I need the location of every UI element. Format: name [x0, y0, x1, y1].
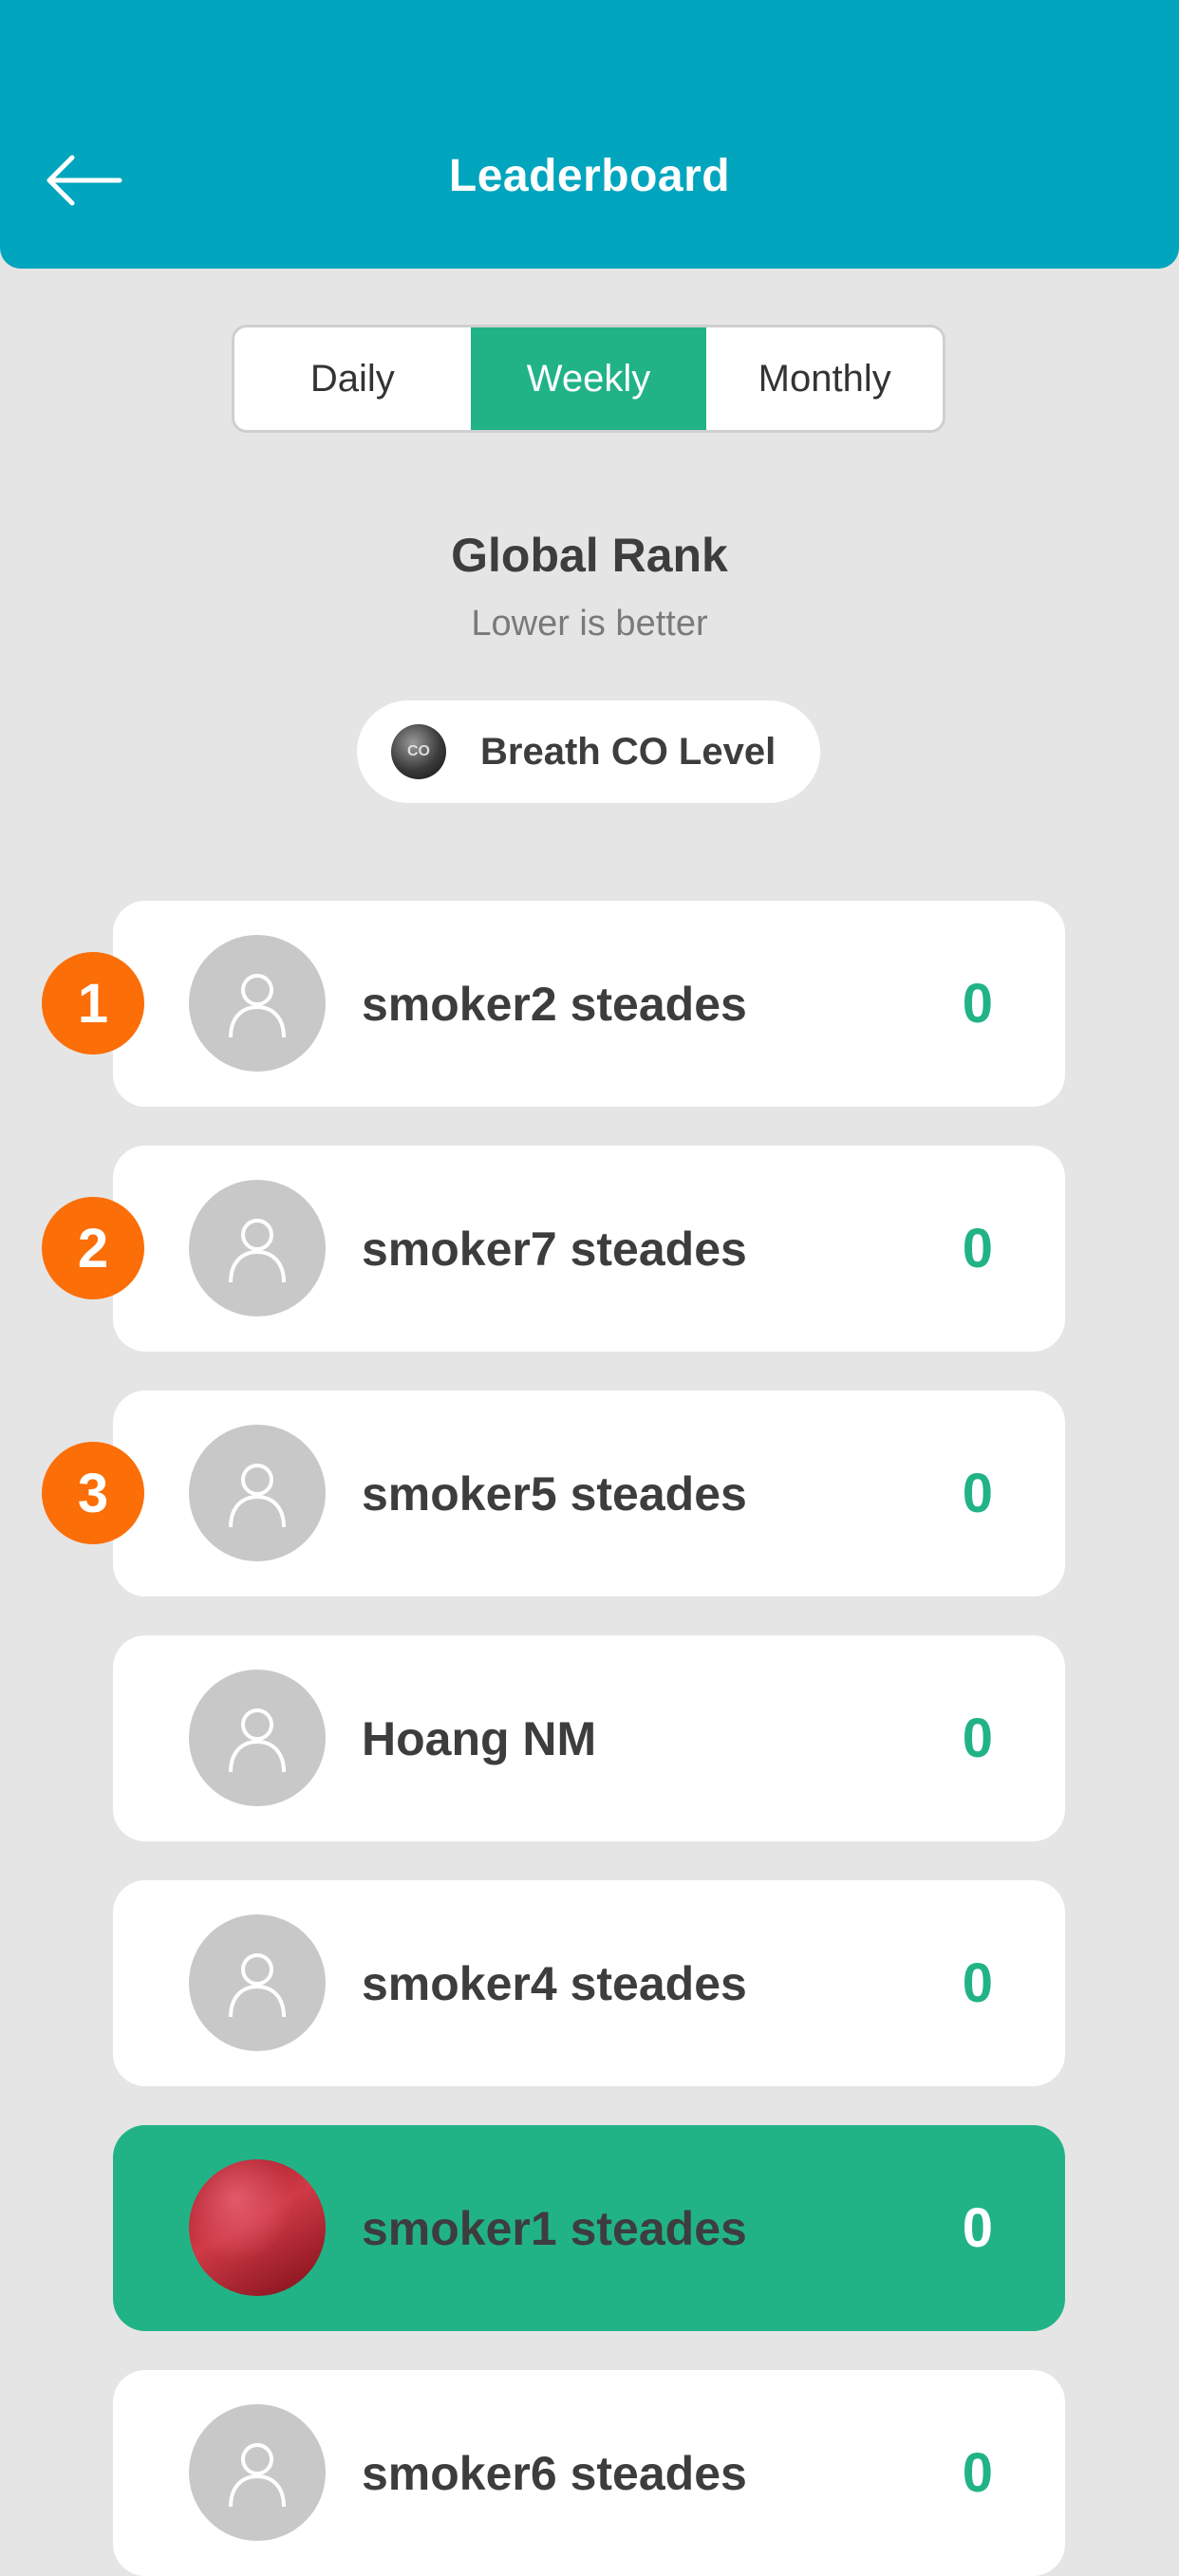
avatar	[189, 935, 326, 1072]
leaderboard-row-current-user[interactable]: smoker1 steades 0	[113, 2125, 1065, 2331]
app-header: Leaderboard	[0, 0, 1179, 269]
user-name: Hoang NM	[362, 1711, 597, 1765]
avatar	[189, 1914, 326, 2051]
user-name: smoker5 steades	[362, 1466, 747, 1521]
leaderboard-row[interactable]: smoker5 steades 0	[113, 1391, 1065, 1596]
user-score: 0	[962, 2197, 993, 2259]
avatar-photo	[189, 2159, 326, 2296]
avatar	[189, 1425, 326, 1561]
user-name: smoker4 steades	[362, 1956, 747, 2010]
leaderboard-row[interactable]: smoker7 steades 0	[113, 1146, 1065, 1352]
user-name: smoker6 steades	[362, 2446, 747, 2500]
metric-label: Breath CO Level	[480, 730, 777, 773]
user-name: smoker1 steades	[362, 2201, 747, 2255]
tab-monthly[interactable]: Monthly	[706, 327, 943, 430]
user-score: 0	[962, 2442, 993, 2504]
user-icon	[229, 974, 286, 1038]
leaderboard-row[interactable]: smoker6 steades 0	[113, 2370, 1065, 2576]
leaderboard-row[interactable]: smoker4 steades 0	[113, 1880, 1065, 2086]
user-score: 0	[962, 1952, 993, 2014]
user-icon	[229, 1464, 286, 1528]
user-icon	[229, 1219, 286, 1283]
rank-badge: 3	[42, 1442, 144, 1544]
rank-badge: 1	[42, 952, 144, 1055]
user-icon	[229, 1708, 286, 1773]
leaderboard-row[interactable]: smoker2 steades 0	[113, 901, 1065, 1107]
user-score: 0	[962, 973, 993, 1035]
tab-daily[interactable]: Daily	[234, 327, 471, 430]
metric-selector[interactable]: CO Breath CO Level	[357, 700, 820, 803]
co-sensor-icon: CO	[391, 724, 446, 779]
avatar	[189, 2404, 326, 2541]
user-score: 0	[962, 1218, 993, 1279]
user-icon	[229, 2443, 286, 2508]
rank-badge: 2	[42, 1197, 144, 1299]
page-title: Leaderboard	[448, 151, 731, 201]
leaderboard-row[interactable]: Hoang NM 0	[113, 1635, 1065, 1841]
user-name: smoker2 steades	[362, 977, 747, 1031]
user-icon	[229, 1953, 286, 2018]
avatar	[189, 1670, 326, 1806]
rank-subtitle: Lower is better	[471, 604, 708, 644]
user-score: 0	[962, 1708, 993, 1769]
user-name: smoker7 steades	[362, 1222, 747, 1276]
tab-weekly[interactable]: Weekly	[470, 327, 707, 430]
period-segmented-control: Daily Weekly Monthly	[232, 325, 945, 433]
rank-title: Global Rank	[451, 529, 728, 582]
user-score: 0	[962, 1463, 993, 1524]
avatar	[189, 1180, 326, 1316]
